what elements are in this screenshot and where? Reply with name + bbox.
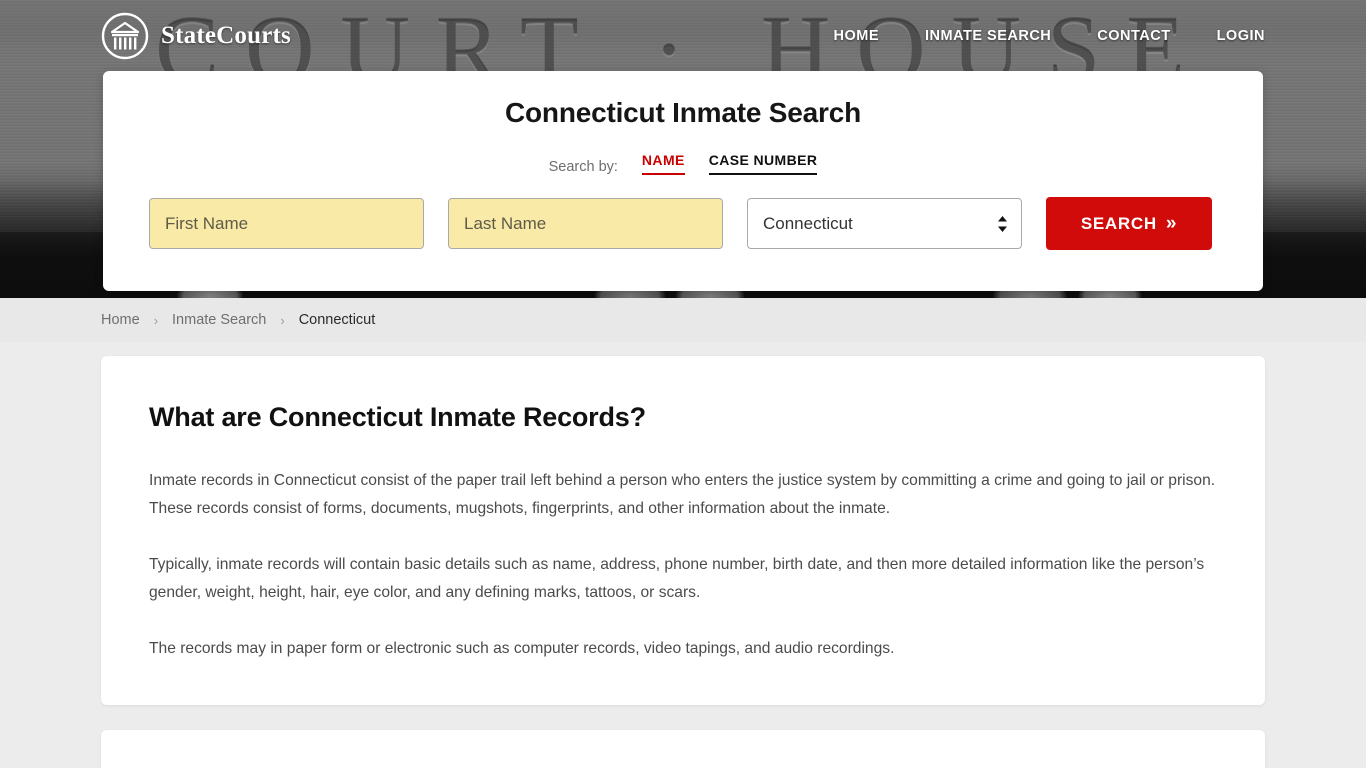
breadcrumb-item-inmate-search[interactable]: Inmate Search bbox=[172, 312, 266, 328]
first-name-input[interactable] bbox=[149, 198, 424, 249]
article-paragraph: Inmate records in Connecticut consist of… bbox=[149, 467, 1217, 523]
top-navigation-bar: StateCourts HOME INMATE SEARCH CONTACT L… bbox=[0, 0, 1366, 72]
hero-banner: COURT · HOUSE StateCourts HOME INMAT bbox=[0, 0, 1366, 298]
chevron-right-icon: › bbox=[154, 313, 158, 328]
page-content: What are Connecticut Inmate Records? Inm… bbox=[0, 342, 1366, 768]
breadcrumb-item-current: Connecticut bbox=[299, 312, 376, 328]
article-paragraph: The records may in paper form or electro… bbox=[149, 635, 1217, 663]
article-paragraph: Typically, inmate records will contain b… bbox=[149, 551, 1217, 607]
brand-name: StateCourts bbox=[161, 22, 291, 50]
brand-logo-link[interactable]: StateCourts bbox=[101, 12, 291, 60]
breadcrumb-item-home[interactable]: Home bbox=[101, 312, 140, 328]
main-nav: HOME INMATE SEARCH CONTACT LOGIN bbox=[834, 28, 1266, 44]
breadcrumb: Home › Inmate Search › Connecticut bbox=[101, 312, 375, 328]
nav-item-inmate-search[interactable]: INMATE SEARCH bbox=[925, 28, 1051, 44]
last-name-input[interactable] bbox=[448, 198, 723, 249]
search-by-tabs: Search by: NAME CASE NUMBER bbox=[103, 151, 1263, 175]
state-select-wrapper: Connecticut bbox=[747, 198, 1022, 249]
nav-item-contact[interactable]: CONTACT bbox=[1097, 28, 1170, 44]
inmate-search-card: Connecticut Inmate Search Search by: NAM… bbox=[103, 71, 1263, 291]
courthouse-circle-icon bbox=[101, 12, 149, 60]
search-by-label: Search by: bbox=[549, 159, 618, 175]
nav-item-login[interactable]: LOGIN bbox=[1217, 28, 1265, 44]
double-chevron-right-icon: » bbox=[1166, 214, 1177, 233]
nav-item-home[interactable]: HOME bbox=[834, 28, 880, 44]
article-card: What are Connecticut Inmate Records? Inm… bbox=[101, 356, 1265, 705]
tab-search-by-name[interactable]: NAME bbox=[642, 152, 685, 175]
search-button[interactable]: SEARCH » bbox=[1046, 197, 1212, 250]
breadcrumb-bar: Home › Inmate Search › Connecticut bbox=[0, 298, 1366, 342]
state-select[interactable]: Connecticut bbox=[747, 198, 1022, 249]
article-heading: What are Connecticut Inmate Records? bbox=[149, 402, 1217, 433]
search-title: Connecticut Inmate Search bbox=[103, 71, 1263, 129]
next-section-card bbox=[101, 730, 1265, 768]
tab-search-by-case-number[interactable]: CASE NUMBER bbox=[709, 152, 818, 175]
search-fields-row: Connecticut SEARCH » bbox=[103, 197, 1263, 250]
chevron-right-icon: › bbox=[280, 313, 284, 328]
search-button-label: SEARCH bbox=[1081, 214, 1157, 234]
